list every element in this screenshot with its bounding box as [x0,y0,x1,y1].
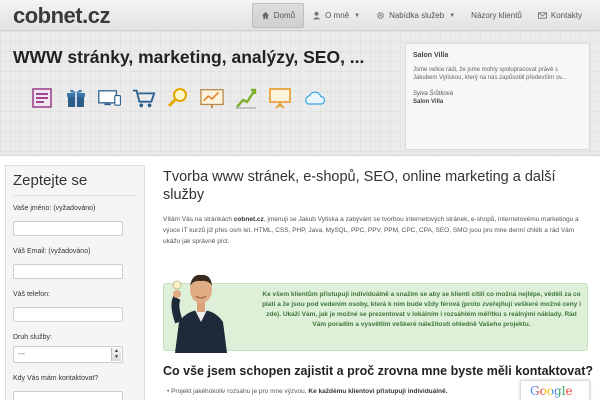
testimonial-author: Sylva Šrůtková [413,91,454,97]
hero-title: WWW stránky, marketing, analýzy, SEO, ..… [13,47,365,67]
main-content: Tvorba www stránek, e-shopů, SEO, online… [163,168,593,247]
site-logo[interactable]: cobnet.cz [13,3,110,29]
nav-item-contacts[interactable]: Kontakty [530,3,590,28]
nav-label: Nabídka služeb [389,11,445,20]
list-item: • Projekt jakéhokoliv rozsahu je pro mne… [167,388,448,395]
nav-label: O mně [325,11,350,20]
chevron-down-icon: ▼ [449,12,456,19]
main-title: Tvorba www stránek, e-shopů, SEO, online… [163,169,556,203]
name-label: Vaše jméno: (vyžadováno) [13,205,96,212]
nav-item-home[interactable]: Domů [251,3,305,28]
gear-icon [376,11,385,20]
intro-text-start: Vítám Vás na stránkách [163,216,234,223]
service-label: Druh služby: [13,334,52,341]
nav-item-about[interactable]: O mně ▼ [304,3,368,28]
bullet-text: Projekt jakéhokoliv rozsahu je pro mne v… [171,388,309,395]
person-photo [167,260,235,353]
nav-item-services[interactable]: Nabídka služeb ▼ [368,3,463,28]
gift-box-icon [64,86,88,110]
service-select[interactable]: --- ▲ ▼ [13,346,123,363]
testimonial-text: Jsme velice rádi, že jsme mohly spolupra… [413,67,567,81]
phone-label: Váš telefon: [13,291,50,298]
select-arrows-icon: ▲ ▼ [111,348,121,361]
contact-form: Zeptejte se Vaše jméno: (vyžadováno) Váš… [5,165,145,400]
contact-form-title: Zeptejte se [13,172,137,196]
google-badge[interactable]: Google [520,380,590,400]
name-field[interactable] [13,221,123,236]
intro-paragraph: Vítám Vás na stránkách cobnet.cz, jmenuj… [163,214,588,247]
main-nav: Domů O mně ▼ Nabídka služeb ▼ Názory kli… [251,3,590,28]
bullet-bold-text: Ke každému klientovi přistupuji individu… [308,388,448,395]
shopping-cart-icon [132,86,156,110]
email-field[interactable] [13,264,123,279]
magnifier-icon [166,86,190,110]
top-navbar: cobnet.cz Domů O mně ▼ Nabídka služeb ▼ … [0,0,600,31]
home-icon [261,11,270,20]
testimonial-company: Salon Villa [413,99,444,105]
chevron-down-icon: ▼ [354,12,361,19]
google-logo-text: Google [530,384,573,398]
contact-time-field[interactable] [13,391,123,400]
nav-label: Domů [273,11,296,20]
phone-field[interactable] [13,307,123,322]
analytics-board-icon [200,86,224,110]
web-page-icon [30,86,54,110]
cloud-icon [302,86,326,110]
email-label: Váš Email: (vyžadováno) [13,248,91,255]
service-select-value: --- [18,351,25,358]
mail-icon [537,11,547,20]
service-icons [30,86,326,110]
user-icon [312,11,321,20]
growth-chart-icon [234,86,258,110]
intro-brand: cobnet.cz [233,216,264,223]
nav-label: Názory klientů [471,11,522,20]
testimonial-box: Salon Villa Jsme velice rádi, že jsme mo… [405,43,590,150]
hero-banner: WWW stránky, marketing, analýzy, SEO, ..… [0,31,600,156]
nav-item-reviews[interactable]: Názory klientů [463,3,530,28]
callout-text: Ke všem klientům přistupuji individuálně… [262,291,581,328]
promo-section: Ke všem klientům přistupuji individuálně… [163,274,588,353]
devices-icon [98,86,122,110]
nav-label: Kontakty [550,11,582,20]
presentation-icon [268,86,292,110]
section-heading: Co vše jsem schopen zajistit a proč zrov… [163,364,593,378]
contact-time-label: Kdy Vás mám kontaktovat? [13,375,99,382]
testimonial-title: Salon Villa [413,52,449,59]
